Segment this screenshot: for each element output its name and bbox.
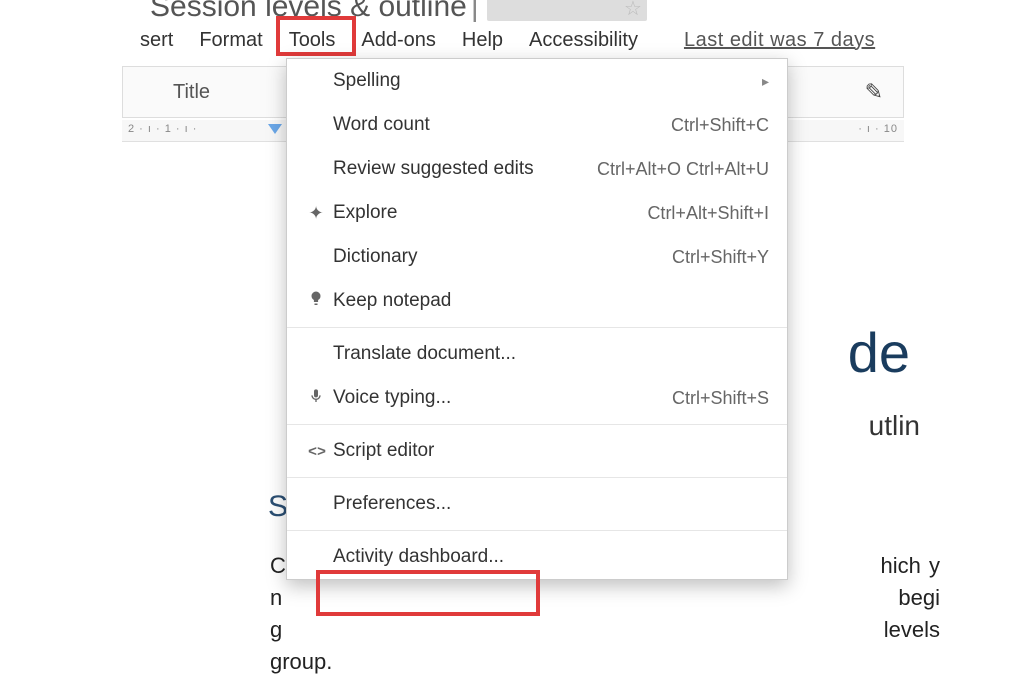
ruler-ticks-right: · ı · 10 bbox=[858, 123, 898, 135]
menuitem-translate-document[interactable]: Translate document... bbox=[287, 332, 787, 376]
menuitem-keep-notepad[interactable]: Keep notepad bbox=[287, 279, 787, 323]
menuitem-activity-dashboard[interactable]: Activity dashboard... bbox=[287, 535, 787, 579]
menu-format[interactable]: Format bbox=[199, 29, 262, 52]
submenu-arrow-icon: ▸ bbox=[762, 73, 769, 90]
microphone-icon bbox=[301, 387, 331, 410]
code-icon: < > bbox=[301, 443, 331, 460]
menu-separator bbox=[287, 477, 787, 478]
tools-menu-dropdown: Spelling ▸ Word count Ctrl+Shift+C Revie… bbox=[286, 58, 788, 580]
menuitem-label: Word count bbox=[333, 114, 430, 136]
menuitem-spelling[interactable]: Spelling ▸ bbox=[287, 59, 787, 103]
menuitem-dictionary[interactable]: Dictionary Ctrl+Shift+Y bbox=[287, 235, 787, 279]
edit-mode-icon[interactable]: ✎ bbox=[865, 79, 883, 105]
menuitem-label: Script editor bbox=[333, 440, 434, 462]
menuitem-shortcut: Ctrl+Shift+C bbox=[671, 115, 769, 136]
menu-tools[interactable]: Tools bbox=[289, 29, 336, 52]
menu-separator bbox=[287, 424, 787, 425]
menuitem-shortcut: Ctrl+Alt+Shift+I bbox=[647, 203, 769, 224]
last-edit-link[interactable]: Last edit was 7 days bbox=[684, 29, 875, 52]
menuitem-shortcut: Ctrl+Shift+S bbox=[672, 388, 769, 409]
star-icon[interactable]: ☆ bbox=[624, 0, 642, 21]
menu-insert[interactable]: sert bbox=[140, 29, 173, 52]
menuitem-shortcut: Ctrl+Shift+Y bbox=[672, 247, 769, 268]
menuitem-label: Translate document... bbox=[333, 343, 516, 365]
menu-addons[interactable]: Add-ons bbox=[361, 29, 436, 52]
explore-icon: ✦ bbox=[301, 203, 331, 224]
menuitem-label: Review suggested edits bbox=[333, 158, 534, 180]
ruler-indent-marker-icon[interactable] bbox=[268, 124, 282, 134]
menuitem-voice-typing[interactable]: Voice typing... Ctrl+Shift+S bbox=[287, 376, 787, 420]
menuitem-preferences[interactable]: Preferences... bbox=[287, 482, 787, 526]
menuitem-word-count[interactable]: Word count Ctrl+Shift+C bbox=[287, 103, 787, 147]
paragraph-style-select[interactable]: Title bbox=[173, 81, 210, 104]
keep-icon bbox=[301, 290, 331, 313]
menuitem-shortcut: Ctrl+Alt+O Ctrl+Alt+U bbox=[597, 159, 769, 180]
menu-separator bbox=[287, 327, 787, 328]
menuitem-label: Activity dashboard... bbox=[333, 546, 504, 568]
menuitem-label: Preferences... bbox=[333, 493, 451, 515]
menuitem-label: Dictionary bbox=[333, 246, 417, 268]
section-letter: S bbox=[268, 490, 288, 524]
menuitem-label: Explore bbox=[333, 202, 397, 224]
menuitem-script-editor[interactable]: < > Script editor bbox=[287, 429, 787, 473]
subheading-fragment: utlin bbox=[869, 410, 920, 442]
heading-fragment: de bbox=[848, 320, 910, 385]
menubar: sert Format Tools Add-ons Help Accessibi… bbox=[140, 22, 1024, 58]
menuitem-explore[interactable]: ✦ Explore Ctrl+Alt+Shift+I bbox=[287, 191, 787, 235]
menu-accessibility[interactable]: Accessibility bbox=[529, 29, 638, 52]
menu-help[interactable]: Help bbox=[462, 29, 503, 52]
menuitem-label: Keep notepad bbox=[333, 290, 451, 312]
menuitem-review-suggested-edits[interactable]: Review suggested edits Ctrl+Alt+O Ctrl+A… bbox=[287, 147, 787, 191]
menuitem-label: Voice typing... bbox=[333, 387, 451, 409]
menuitem-label: Spelling bbox=[333, 70, 401, 92]
menu-separator bbox=[287, 530, 787, 531]
doc-title: Session levels & outline| bbox=[150, 0, 647, 24]
